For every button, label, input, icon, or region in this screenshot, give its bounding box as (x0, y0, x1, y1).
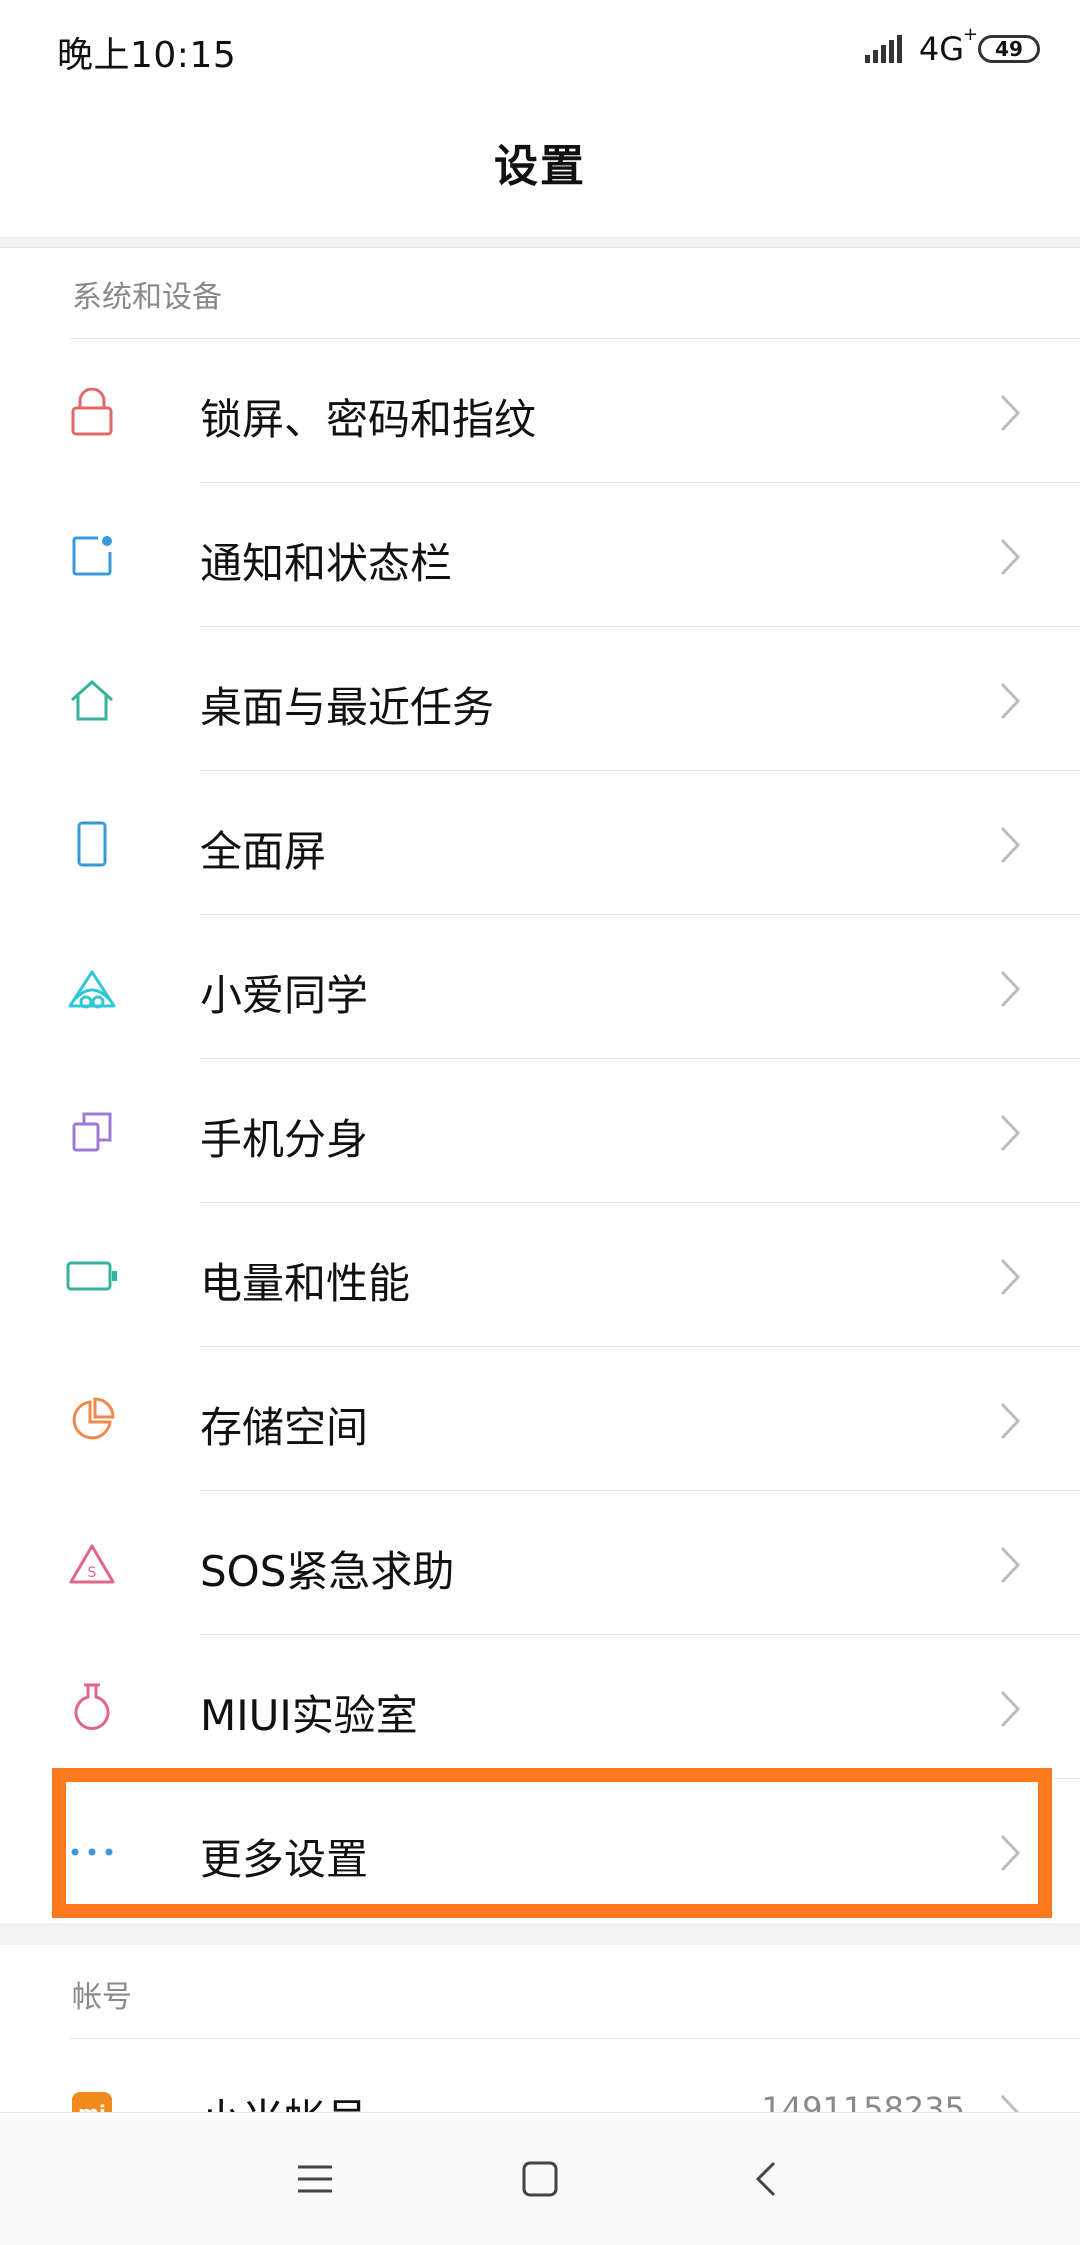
settings-item-label: 锁屏、密码和指纹 (200, 395, 537, 444)
divider (200, 1202, 1080, 1203)
status-bar: 晚上10:15 4G + 49 (0, 0, 1080, 100)
svg-text:S: S (88, 1565, 97, 1581)
chevron-right-icon (1000, 538, 1021, 576)
divider (200, 626, 1080, 627)
chevron-right-icon (1000, 1402, 1021, 1440)
settings-item-battery[interactable]: 电量和性能 (0, 1204, 1080, 1348)
phone-icon (60, 814, 124, 874)
settings-item-fullscreen[interactable]: 全面屏 (0, 772, 1080, 916)
settings-item-lockscreen[interactable]: 锁屏、密码和指纹 (0, 340, 1080, 484)
divider (200, 1634, 1080, 1635)
battery-icon (60, 1246, 124, 1306)
status-time: 晚上10:15 (57, 35, 237, 76)
lock-icon (60, 382, 124, 442)
divider (200, 1490, 1080, 1491)
settings-item-label: 电量和性能 (200, 1259, 411, 1308)
settings-item-label: 存储空间 (200, 1403, 369, 1452)
navigation-bar (0, 2112, 1080, 2245)
back-icon[interactable] (742, 2159, 792, 2199)
settings-item-miui-lab[interactable]: MIUI实验室 (0, 1636, 1080, 1780)
status-icons: 4G + 49 (864, 24, 1040, 74)
settings-item-label: SOS紧急求助 (200, 1547, 455, 1596)
settings-item-label: 全面屏 (200, 827, 327, 876)
xiaoai-icon (60, 958, 124, 1018)
section-gap (0, 1923, 1080, 1945)
settings-item-notifications[interactable]: 通知和状态栏 (0, 484, 1080, 628)
divider (200, 770, 1080, 771)
divider (200, 1058, 1080, 1059)
divider (200, 914, 1080, 915)
chevron-right-icon (1000, 1258, 1021, 1296)
settings-item-dual-apps[interactable]: 手机分身 (0, 1060, 1080, 1204)
pie-icon (60, 1390, 124, 1450)
settings-item-label: 手机分身 (200, 1115, 369, 1164)
menu-icon[interactable] (290, 2159, 340, 2199)
settings-item-storage[interactable]: 存储空间 (0, 1348, 1080, 1492)
settings-item-label: 小爱同学 (200, 971, 369, 1020)
home-button-icon[interactable] (515, 2159, 565, 2199)
home-icon (60, 670, 124, 730)
network-type: 4G + (918, 24, 978, 68)
clone-icon (60, 1102, 124, 1162)
settings-item-label: MIUI实验室 (200, 1691, 418, 1740)
settings-item-xiaoai[interactable]: 小爱同学 (0, 916, 1080, 1060)
settings-item-label: 桌面与最近任务 (200, 683, 495, 732)
settings-item-label: 通知和状态栏 (200, 539, 453, 588)
section-header-account: 帐号 (72, 1980, 132, 2015)
signal-icon (864, 35, 902, 63)
highlight-box (52, 1768, 1052, 1918)
settings-item-desktop[interactable]: 桌面与最近任务 (0, 628, 1080, 772)
sos-icon: S (60, 1534, 124, 1594)
settings-item-sos[interactable]: S SOS紧急求助 (0, 1492, 1080, 1636)
notification-icon (60, 526, 124, 586)
chevron-right-icon (1000, 394, 1021, 432)
chevron-right-icon (1000, 1690, 1021, 1728)
divider (200, 482, 1080, 483)
chevron-right-icon (1000, 826, 1021, 864)
chevron-right-icon (1000, 1546, 1021, 1584)
divider (200, 1346, 1080, 1347)
divider (70, 338, 1080, 339)
section-header-system: 系统和设备 (72, 280, 222, 315)
divider (70, 2038, 1080, 2039)
page-title: 设置 (494, 141, 586, 192)
chevron-right-icon (1000, 682, 1021, 720)
battery-indicator: 49 (978, 35, 1040, 63)
flask-icon (60, 1678, 124, 1738)
chevron-right-icon (1000, 970, 1021, 1008)
chevron-right-icon (1000, 1114, 1021, 1152)
header-divider (0, 237, 1080, 248)
